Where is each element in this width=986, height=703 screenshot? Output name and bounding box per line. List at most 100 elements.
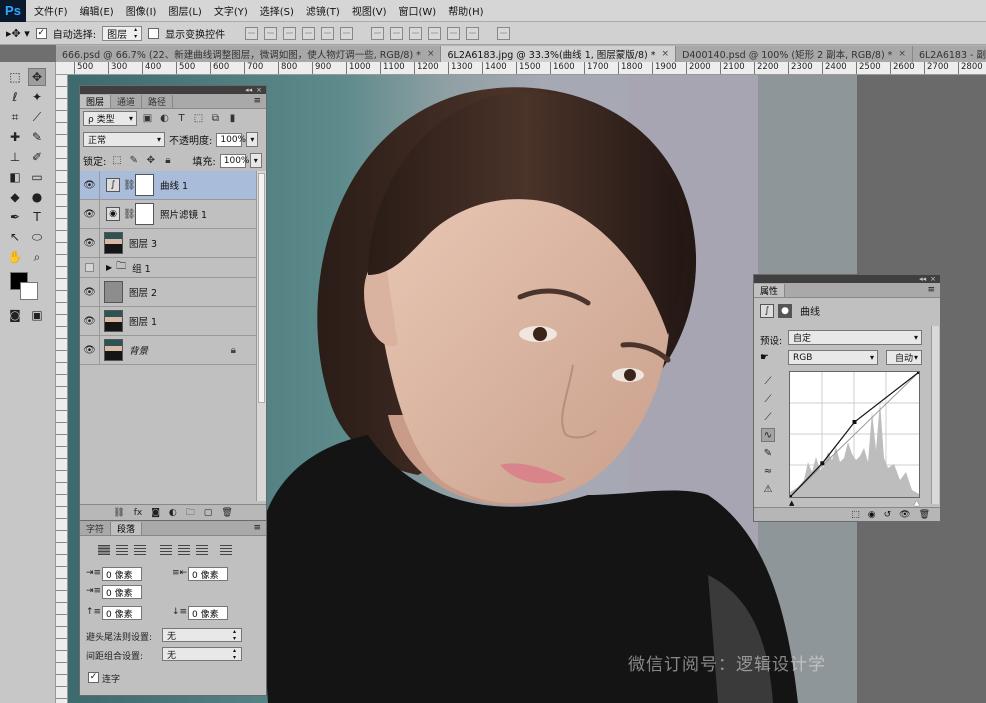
visibility-eye-icon[interactable]: 👁︎ (899, 510, 910, 520)
blend-mode-dropdown[interactable]: 正常 (83, 132, 165, 147)
visibility-eye-icon[interactable]: 👁︎ (80, 199, 100, 229)
close-icon[interactable]: × (427, 49, 435, 59)
menu-filter[interactable]: 滤镜(T) (306, 3, 340, 18)
menu-window[interactable]: 窗口(W) (398, 3, 436, 18)
quick-mask-icon[interactable]: ◙ (6, 306, 24, 324)
panel-menu-icon[interactable]: ≡ (927, 285, 935, 295)
tab-document-2[interactable]: 6L2A6183.jpg @ 33.3%(曲线 1, 图层蒙版/8) * × (441, 46, 677, 62)
align-right-icon[interactable] (340, 26, 354, 40)
black-slider-icon[interactable]: ▲ (789, 499, 794, 507)
type-filter-icon[interactable]: T (175, 112, 188, 125)
layer-row-layer-3[interactable]: 👁︎ 图层 3 (80, 228, 256, 258)
align-left-text-icon[interactable] (98, 545, 110, 555)
collapse-icon[interactable]: ◂◂ (245, 86, 252, 94)
justify-last-right-icon[interactable] (196, 545, 208, 555)
close-icon[interactable]: × (256, 86, 262, 94)
lock-pixels-icon[interactable]: ✎ (127, 154, 140, 167)
trash-icon[interactable]: 🗑︎ (221, 508, 232, 518)
type-tool-icon[interactable]: T (28, 208, 46, 226)
distribute-bottom-icon[interactable] (409, 26, 423, 40)
panel-menu-icon[interactable]: ≡ (253, 96, 261, 106)
pixel-filter-icon[interactable]: ▣ (141, 112, 154, 125)
tab-paths[interactable]: 路径 (142, 95, 174, 108)
layer-mask-thumbnail[interactable] (135, 203, 154, 225)
distribute-hcenter-icon[interactable] (447, 26, 461, 40)
white-point-eyedropper-icon[interactable]: ⟋ (761, 410, 775, 424)
eraser-tool-icon[interactable]: ◧ (6, 168, 24, 186)
curves-adjustment-icon[interactable]: ∫ (760, 303, 774, 318)
visibility-eye-icon[interactable]: 👁︎ (80, 335, 100, 365)
fill-dropdown[interactable] (249, 153, 262, 168)
close-icon[interactable]: × (662, 49, 670, 59)
background-color-swatch[interactable] (20, 282, 38, 300)
align-bottom-icon[interactable] (283, 26, 297, 40)
link-icon[interactable]: ⛓︎ (113, 508, 124, 518)
close-icon[interactable]: × (930, 275, 936, 283)
hand-tool-icon[interactable]: ✋ (6, 248, 24, 266)
move-tool-icon[interactable]: ✥ (28, 68, 46, 86)
show-transform-checkbox[interactable] (148, 27, 160, 39)
view-previous-icon[interactable]: ◉ (868, 510, 876, 520)
curve-control-point[interactable] (917, 370, 921, 374)
menu-view[interactable]: 视图(V) (352, 3, 387, 18)
target-adjust-icon[interactable]: ☛ (760, 352, 769, 363)
scroll-thumb[interactable] (258, 173, 265, 403)
filter-toggle-icon[interactable]: ▮ (226, 112, 239, 125)
auto-select-checkbox[interactable]: ✓ (35, 27, 47, 39)
history-brush-icon[interactable]: ✐ (28, 148, 46, 166)
properties-scrollbar[interactable] (931, 326, 939, 504)
brush-tool-icon[interactable]: ✎ (28, 128, 46, 146)
tab-channels[interactable]: 通道 (111, 95, 143, 108)
preset-dropdown[interactable]: 自定 (788, 330, 922, 345)
visibility-eye-icon[interactable]: 👁︎ (80, 306, 100, 336)
collapse-icon[interactable]: ◂◂ (919, 275, 926, 283)
mask-icon[interactable]: ◙ (151, 508, 160, 518)
align-left-icon[interactable] (302, 26, 316, 40)
gray-point-eyedropper-icon[interactable]: ⟋ (761, 392, 775, 406)
indent-right-input[interactable]: 0 像素 (188, 567, 228, 581)
folder-icon[interactable]: 🗀 (186, 505, 195, 521)
curve-plot[interactable] (788, 370, 921, 499)
gradient-tool-icon[interactable]: ▭ (28, 168, 46, 186)
tab-document-4[interactable]: 6L2A6183 - 副本.jpg @ 33.3%(RGB/8) *× (912, 46, 986, 62)
curves-graph[interactable] (788, 370, 921, 499)
adjustment-filter-icon[interactable]: ◐ (158, 112, 171, 125)
indent-left-input[interactable]: 0 像素 (102, 567, 142, 581)
fx-icon[interactable]: fx (134, 508, 143, 518)
tab-paragraph[interactable]: 段落 (111, 522, 143, 535)
mask-icon[interactable]: ● (778, 303, 792, 318)
clone-stamp-icon[interactable]: ⊥ (6, 148, 24, 166)
screen-mode-icon[interactable]: ▣ (28, 306, 46, 324)
justify-all-icon[interactable] (220, 545, 232, 555)
new-layer-icon[interactable]: ▢ (204, 508, 213, 518)
layer-row-group-1[interactable]: ▶ 🗀 组 1 (80, 257, 256, 278)
menu-edit[interactable]: 编辑(E) (80, 3, 114, 18)
marquee-tool-icon[interactable]: ⬚ (6, 68, 24, 86)
lock-transparent-icon[interactable]: ⬚ (110, 154, 123, 167)
distribute-vcenter-icon[interactable] (390, 26, 404, 40)
magic-wand-icon[interactable]: ✦ (28, 88, 46, 106)
space-after-input[interactable]: 0 像素 (188, 606, 228, 620)
layer-row-layer-1[interactable]: 👁︎ 图层 1 (80, 306, 256, 336)
opacity-dropdown[interactable] (246, 132, 259, 147)
menu-image[interactable]: 图像(I) (126, 3, 157, 18)
blur-tool-icon[interactable]: ◆ (6, 188, 24, 206)
shape-filter-icon[interactable]: ⬚ (192, 112, 205, 125)
move-tool-icon[interactable]: ▸✥ ▾ (6, 27, 30, 40)
align-center-text-icon[interactable] (116, 545, 128, 555)
curve-control-point[interactable] (820, 461, 825, 466)
auto-align-icon[interactable] (497, 26, 511, 40)
visibility-toggle-empty[interactable] (80, 257, 100, 278)
tab-document-3[interactable]: D400140.psd @ 100% (矩形 2 副本, RGB/8) * × (676, 46, 913, 62)
visibility-eye-icon[interactable]: 👁︎ (80, 277, 100, 307)
space-before-input[interactable]: 0 像素 (102, 606, 142, 620)
layer-row-background[interactable]: 👁︎ 背景 🔒︎ (80, 335, 256, 365)
distribute-right-icon[interactable] (466, 26, 480, 40)
justify-last-left-icon[interactable] (160, 545, 172, 555)
lock-all-icon[interactable]: 🔒︎ (161, 154, 174, 167)
eyedropper-icon[interactable]: ⟋ (28, 108, 46, 126)
tab-character[interactable]: 字符 (80, 522, 112, 535)
layer-mask-thumbnail[interactable] (135, 174, 154, 196)
pen-tool-icon[interactable]: ✒ (6, 208, 24, 226)
clipping-warning-icon[interactable]: ⚠ (761, 482, 775, 496)
